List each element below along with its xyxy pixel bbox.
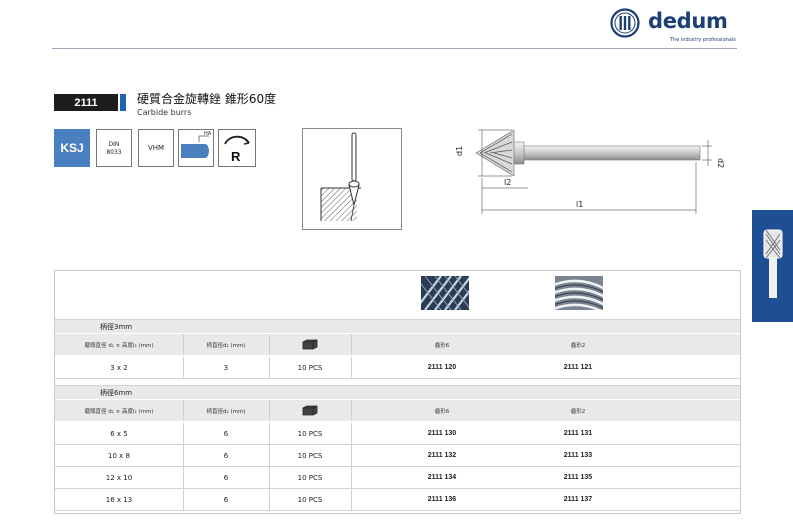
d2-label: d2 — [716, 158, 725, 168]
table-row: 16 x 13 6 10 PCS 2111 136 2111 137 — [55, 489, 740, 511]
table-row: 6 x 5 6 10 PCS 2111 130 2111 131 — [55, 423, 740, 445]
section-header-6mm: 柄徑6mm — [55, 385, 740, 399]
section-header-3mm: 柄徑3mm — [55, 319, 740, 333]
size-cell: 3 x 2 — [110, 363, 128, 372]
table-row: 3 x 2 3 10 PCS 2111 120 2111 121 — [55, 357, 740, 379]
l1-label: l1 — [576, 200, 583, 209]
table-header-row: 磨頭直徑 d₁ × 高度l₂ (mm) 柄直徑d₂ (mm) 齒形6 齒形2 — [55, 333, 740, 355]
brand-tagline: The industry professionals — [670, 37, 736, 43]
size-column-header: 磨頭直徑 d₁ × 高度l₂ (mm) — [84, 342, 154, 349]
pack-column-header — [269, 334, 351, 355]
article-code-cut-2[interactable]: 2111 133 — [513, 445, 643, 466]
cut-pattern-2-icon — [555, 276, 603, 310]
article-code-cut-6[interactable]: 2111 136 — [377, 489, 507, 510]
box-icon — [302, 405, 318, 416]
rotation-arrow-icon: R — [224, 135, 250, 164]
product-title: 硬質合金旋轉銼 錐形60度 — [137, 92, 277, 106]
shank-cell: 3 — [223, 363, 229, 372]
article-code-cut-2[interactable]: 2111 121 — [513, 357, 643, 378]
ksj-badge: KSJ — [54, 129, 90, 167]
din-label: DIN — [108, 141, 120, 148]
shank-cell: 6 — [223, 429, 229, 438]
pack-cell: 10 PCS — [297, 495, 323, 504]
article-code-cut-6[interactable]: 2111 132 — [377, 445, 507, 466]
article-code-cut-2[interactable]: 2111 137 — [513, 489, 643, 510]
ha-badge: HA — [178, 129, 214, 167]
size-cell: 12 x 10 — [105, 473, 133, 482]
shank-cell: 6 — [223, 473, 229, 482]
article-code-cut-6[interactable]: 2111 120 — [377, 357, 507, 378]
box-icon — [302, 339, 318, 350]
burr-tab-icon — [763, 229, 783, 298]
header-divider — [52, 48, 737, 49]
ha-label: HA — [204, 131, 212, 137]
pack-cell: 10 PCS — [297, 363, 323, 372]
cut-pattern-6-icon — [421, 276, 469, 310]
rotation-label: R — [231, 149, 241, 164]
rotation-badge: R — [218, 129, 256, 167]
table-row: 10 x 8 6 10 PCS 2111 132 2111 133 — [55, 445, 740, 467]
product-subtitle: Carbide burrs — [137, 108, 192, 117]
dedum-logo-icon — [610, 8, 640, 38]
article-code-cut-6[interactable]: 2111 130 — [377, 423, 507, 444]
din-number: 8033 — [106, 149, 122, 156]
size-cell: 6 x 5 — [110, 429, 128, 438]
pack-cell: 10 PCS — [297, 451, 323, 460]
shank-cell: 6 — [223, 495, 229, 504]
size-column-header: 磨頭直徑 d₁ × 高度l₂ (mm) — [84, 408, 154, 415]
article-code-cut-2[interactable]: 2111 135 — [513, 467, 643, 488]
shank-column-header: 柄直徑d₂ (mm) — [206, 408, 246, 415]
brand-name: dedum — [648, 9, 728, 33]
cut-6-column-header: 齒形6 — [434, 408, 450, 415]
vhm-badge: VHM — [138, 129, 174, 167]
product-table: 柄徑3mm 磨頭直徑 d₁ × 高度l₂ (mm) 柄直徑d₂ (mm) 齒形6… — [54, 270, 741, 514]
size-cell: 16 x 13 — [105, 495, 133, 504]
category-tab[interactable] — [752, 210, 793, 322]
cut-pattern-row — [55, 271, 740, 319]
table-row: 12 x 10 6 10 PCS 2111 134 2111 135 — [55, 467, 740, 489]
table-header-row: 磨頭直徑 d₁ × 高度l₂ (mm) 柄直徑d₂ (mm) 齒形6 齒形2 — [55, 399, 740, 421]
cut-6-column-header: 齒形6 — [434, 342, 450, 349]
tool-drawing: d1 d2 l2 l1 — [455, 129, 725, 214]
cut-2-column-header: 齒形2 — [570, 342, 586, 349]
din-badge: DIN 8033 — [96, 129, 132, 167]
pack-cell: 10 PCS — [297, 429, 323, 438]
cut-2-column-header: 齒形2 — [570, 408, 586, 415]
article-code-cut-6[interactable]: 2111 134 — [377, 467, 507, 488]
shank-column-header: 柄直徑d₂ (mm) — [206, 342, 246, 349]
brand-logo: dedum The industry professionals — [610, 8, 750, 43]
application-diagram — [302, 128, 402, 230]
pack-column-header — [269, 400, 351, 421]
size-cell: 10 x 8 — [108, 451, 130, 460]
end-face-icon: HA — [181, 131, 212, 158]
code-accent-bar — [120, 94, 126, 111]
pack-cell: 10 PCS — [297, 473, 323, 482]
l2-label: l2 — [504, 178, 511, 187]
product-code: 2111 — [54, 94, 118, 111]
article-code-cut-2[interactable]: 2111 131 — [513, 423, 643, 444]
shank-cell: 6 — [223, 451, 229, 460]
d1-label: d1 — [455, 146, 464, 156]
